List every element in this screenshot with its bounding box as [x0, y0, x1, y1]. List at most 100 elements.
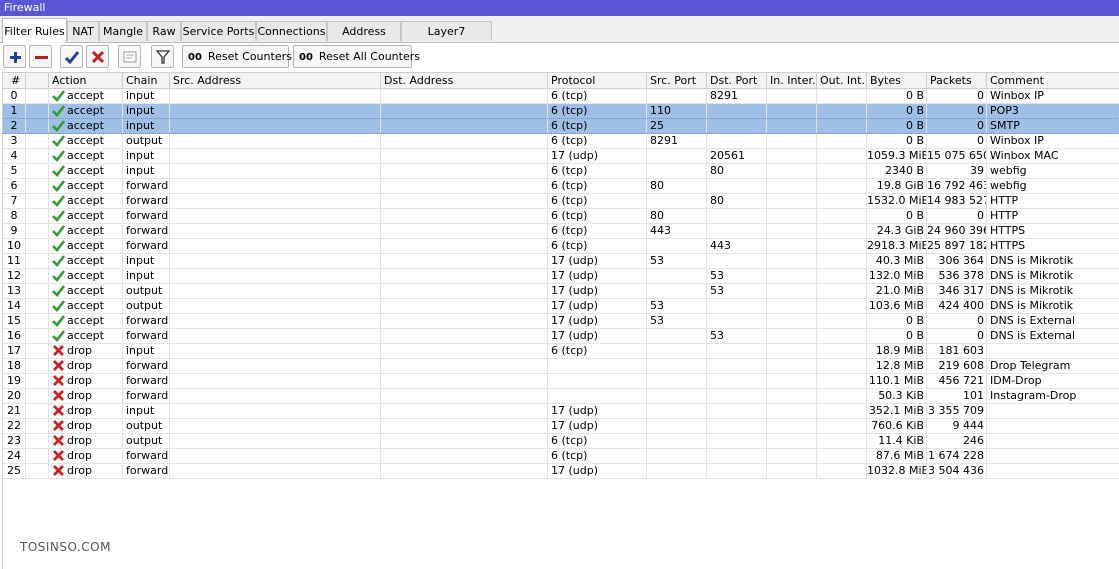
reset-all-counters-button[interactable]: 00 Reset All Counters	[293, 45, 420, 68]
cell-num: 18	[3, 359, 26, 373]
col-header-protocol[interactable]: Protocol	[548, 73, 647, 88]
cell-in-interface	[767, 254, 817, 268]
table-row[interactable]: 9 accept forward 6 (tcp) 443 24.3 GiB 24 960 3…	[3, 224, 1119, 239]
table-row[interactable]: 11 accept input 17 (udp) 53 40.3 MiB 306 364 DN…	[3, 254, 1119, 269]
col-header-action[interactable]: Action	[49, 73, 123, 88]
table-row[interactable]: 16 accept forward 17 (udp) 53 0 B 0 DNS is Exte…	[3, 329, 1119, 344]
col-header-chain[interactable]: Chain	[123, 73, 170, 88]
table-row[interactable]: 6 accept forward 6 (tcp) 80 19.8 GiB 16 792 46…	[3, 179, 1119, 194]
cell-src-address	[170, 419, 381, 433]
table-body: 0 accept input 6 (tcp) 8291 0 B 0 Winbox IP 1 acc…	[3, 89, 1119, 479]
cell-action: accept	[49, 329, 123, 343]
disable-button[interactable]	[86, 45, 109, 68]
cell-dst-port	[707, 314, 767, 328]
cell-src-address	[170, 164, 381, 178]
comment-button[interactable]	[118, 45, 141, 68]
cell-flags	[26, 254, 49, 268]
col-header-in-interface[interactable]: In. Inter...	[767, 73, 817, 88]
table-row[interactable]: 0 accept input 6 (tcp) 8291 0 B 0 Winbox IP	[3, 89, 1119, 104]
cell-action: accept	[49, 194, 123, 208]
table-row[interactable]: 12 accept input 17 (udp) 53 132.0 MiB 536 378 D…	[3, 269, 1119, 284]
cell-bytes: 12.8 MiB	[867, 359, 927, 373]
col-header-out-interface[interactable]: Out. Int...	[817, 73, 867, 88]
cell-packets: 0	[927, 329, 987, 343]
table-row[interactable]: 20 drop forward 50.3 KiB 101 Instagram-Drop	[3, 389, 1119, 404]
accept-check-icon	[52, 120, 65, 132]
col-header-dst-address[interactable]: Dst. Address	[381, 73, 548, 88]
cell-bytes: 24.3 GiB	[867, 224, 927, 238]
col-header-comment[interactable]: Comment	[987, 73, 1119, 88]
counter-icon: 00	[299, 52, 313, 63]
cell-src-address	[170, 314, 381, 328]
col-header-src-port[interactable]: Src. Port	[647, 73, 707, 88]
table-row[interactable]: 25 drop forward 17 (udp) 1032.8 MiB 3 504 436	[3, 464, 1119, 479]
drop-x-icon	[53, 345, 64, 356]
col-header-src-address[interactable]: Src. Address	[170, 73, 381, 88]
cell-dst-address	[381, 389, 548, 403]
cell-flags	[26, 164, 49, 178]
col-header-dst-port[interactable]: Dst. Port	[707, 73, 767, 88]
enable-button[interactable]	[60, 45, 83, 68]
accept-check-icon	[52, 135, 65, 147]
cell-src-port	[647, 89, 707, 103]
table-row[interactable]: 22 drop output 17 (udp) 760.6 KiB 9 444	[3, 419, 1119, 434]
cell-src-port: 80	[647, 209, 707, 223]
cell-in-interface	[767, 179, 817, 193]
table-row[interactable]: 13 accept output 17 (udp) 53 21.0 MiB 346 317 D…	[3, 284, 1119, 299]
table-row[interactable]: 19 drop forward 110.1 MiB 456 721 IDM-Drop	[3, 374, 1119, 389]
cell-chain: output	[123, 434, 170, 448]
col-header-packets[interactable]: Packets	[927, 73, 987, 88]
cell-out-interface	[817, 104, 867, 118]
cell-num: 20	[3, 389, 26, 403]
table-row[interactable]: 18 drop forward 12.8 MiB 219 608 Drop Telegra…	[3, 359, 1119, 374]
filter-button[interactable]	[151, 45, 174, 68]
col-header-bytes[interactable]: Bytes	[867, 73, 927, 88]
table-row[interactable]: 1 accept input 6 (tcp) 110 0 B 0 POP3	[3, 104, 1119, 119]
cell-protocol: 6 (tcp)	[548, 179, 647, 193]
add-button[interactable]	[3, 45, 26, 68]
drop-x-icon	[53, 450, 64, 461]
cell-dst-address	[381, 119, 548, 133]
cell-src-port: 110	[647, 104, 707, 118]
reset-counters-button[interactable]: 00 Reset Counters	[182, 45, 292, 68]
remove-button[interactable]	[29, 45, 52, 68]
tab-nat[interactable]: NAT	[67, 21, 99, 41]
accept-check-icon	[52, 300, 65, 312]
table-row[interactable]: 7 accept forward 6 (tcp) 80 1532.0 MiB 14 983 …	[3, 194, 1119, 209]
tab-layer7-protocols[interactable]: Layer7 Protocols	[401, 21, 492, 58]
cell-protocol	[548, 374, 647, 388]
cell-protocol: 17 (udp)	[548, 314, 647, 328]
tab-connections[interactable]: Connections	[256, 21, 327, 41]
cell-comment: HTTP	[990, 194, 1019, 207]
table-row[interactable]: 15 accept forward 17 (udp) 53 0 B 0 DNS is Exte…	[3, 314, 1119, 329]
table-row[interactable]: 23 drop output 6 (tcp) 11.4 KiB 246	[3, 434, 1119, 449]
tab-filter-rules[interactable]: Filter Rules	[2, 18, 67, 43]
cell-comment: IDM-Drop	[990, 374, 1042, 387]
cell-src-address	[170, 359, 381, 373]
tab-raw[interactable]: Raw	[147, 21, 181, 41]
cell-bytes: 0 B	[867, 209, 927, 223]
table-row[interactable]: 5 accept input 6 (tcp) 80 2340 B 39 webfig	[3, 164, 1119, 179]
cell-action: accept	[49, 134, 123, 148]
tab-address-lists[interactable]: Address Lists	[327, 21, 401, 58]
cell-chain: forward	[123, 329, 170, 343]
table-row[interactable]: 17 drop input 6 (tcp) 18.9 MiB 181 603	[3, 344, 1119, 359]
cell-flags	[26, 89, 49, 103]
action-label: drop	[67, 404, 92, 417]
table-row[interactable]: 10 accept forward 6 (tcp) 443 2918.3 MiB 25 89…	[3, 239, 1119, 254]
col-header-num[interactable]: #	[3, 73, 26, 88]
table-row[interactable]: 24 drop forward 6 (tcp) 87.6 MiB 1 674 228	[3, 449, 1119, 464]
table-row[interactable]: 4 accept input 17 (udp) 20561 1059.3 MiB 15 07…	[3, 149, 1119, 164]
cell-packets: 3 355 709	[927, 404, 987, 418]
table-row[interactable]: 3 accept output 6 (tcp) 8291 0 B 0 Winbox IP	[3, 134, 1119, 149]
cell-packets: 181 603	[927, 344, 987, 358]
table-row[interactable]: 8 accept forward 6 (tcp) 80 0 B 0 HTTP	[3, 209, 1119, 224]
cell-src-port	[647, 269, 707, 283]
table-row[interactable]: 14 accept output 17 (udp) 53 103.6 MiB 424 400…	[3, 299, 1119, 314]
table-row[interactable]: 2 accept input 6 (tcp) 25 0 B 0 SMTP	[3, 119, 1119, 134]
tab-service-ports[interactable]: Service Ports	[181, 21, 256, 41]
tab-mangle[interactable]: Mangle	[99, 21, 147, 41]
table-row[interactable]: 21 drop input 17 (udp) 352.1 MiB 3 355 709	[3, 404, 1119, 419]
col-header-flags[interactable]	[26, 73, 49, 88]
cell-flags	[26, 179, 49, 193]
